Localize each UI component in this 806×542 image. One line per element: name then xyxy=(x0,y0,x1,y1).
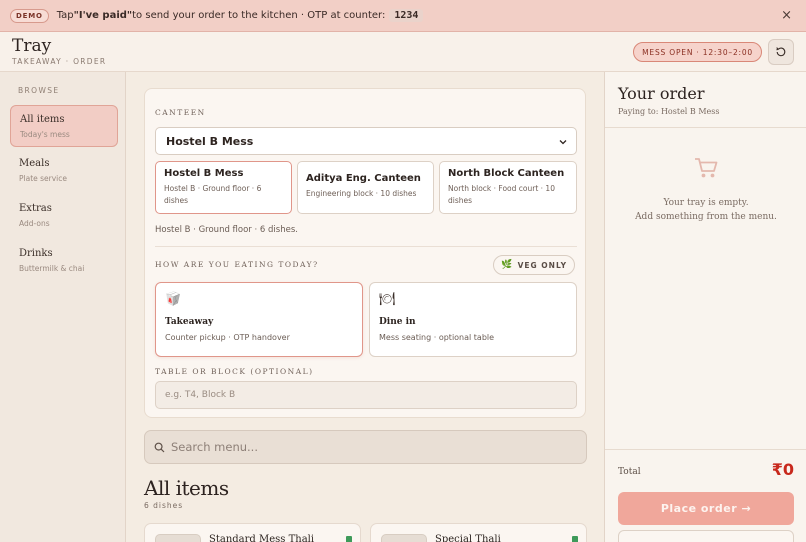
order-title: Your order xyxy=(618,84,705,103)
mode-option-desc: Counter pickup · OTP handover xyxy=(165,333,290,342)
divider xyxy=(605,127,806,128)
demo-badge: DEMO xyxy=(10,8,49,23)
paying-to: Paying to: Hostel B Mess xyxy=(618,107,720,116)
divider xyxy=(155,246,577,247)
sidebar-item-sub: Plate service xyxy=(19,174,68,183)
chevron-down-icon xyxy=(559,140,567,145)
banner-text-pre: Tap xyxy=(56,10,74,21)
order-panel: Your order Paying to: Hostel B Mess Your… xyxy=(604,72,806,542)
mode-option-dine-in[interactable]: 🍽 Dine in Mess seating · optional table xyxy=(369,282,577,357)
total-label: Total xyxy=(618,467,641,477)
dish-name: Special Thali xyxy=(435,534,501,542)
secondary-button[interactable] xyxy=(618,530,794,542)
eating-mode-label: HOW ARE YOU EATING TODAY? xyxy=(155,260,319,269)
sidebar-item-meals[interactable]: Meals Plate service xyxy=(10,150,118,192)
demo-banner: DEMO Tap "I've paid" to send your order … xyxy=(0,0,806,32)
canteen-option-north-block[interactable]: North Block Canteen North block · Food c… xyxy=(439,161,577,214)
empty-line-2: Add something from the menu. xyxy=(635,212,777,222)
veg-only-toggle[interactable]: 🌿 VEG ONLY xyxy=(493,255,575,275)
dine-in-icon: 🍽 xyxy=(379,292,396,307)
dish-thumbnail xyxy=(155,534,201,542)
mode-option-title: Dine in xyxy=(379,317,416,327)
mode-option-desc: Mess seating · optional table xyxy=(379,333,495,342)
sidebar-item-drinks[interactable]: Drinks Buttermilk & chai xyxy=(10,240,118,282)
dish-count: 6 dishes xyxy=(144,501,184,510)
search-icon xyxy=(154,442,165,453)
sidebar-item-label: Meals xyxy=(19,158,50,169)
canteen-option-name: Aditya Eng. Canteen xyxy=(306,173,421,184)
sidebar-item-all-items[interactable]: All items Today's mess xyxy=(10,105,118,147)
app-subtitle: TAKEAWAY · ORDER xyxy=(12,57,107,66)
place-order-button[interactable]: Place order → xyxy=(618,492,794,525)
search-input[interactable] xyxy=(171,431,571,463)
canteen-option-name: North Block Canteen xyxy=(448,168,565,179)
leaf-icon: 🌿 xyxy=(501,260,514,270)
canteen-option-desc: Hostel B · Ground floor · 6 dishes xyxy=(164,184,262,205)
veg-indicator-icon xyxy=(572,536,578,542)
search-bar[interactable] xyxy=(144,430,587,464)
divider xyxy=(605,449,806,450)
sidebar-item-sub: Today's mess xyxy=(20,130,70,139)
canteen-option-desc: North block · Food court · 10 dishes xyxy=(448,184,555,205)
total-value: ₹0 xyxy=(771,460,794,479)
app-title: Tray xyxy=(12,36,52,56)
sidebar-item-label: Drinks xyxy=(19,248,53,259)
canteen-select[interactable]: Hostel B Mess xyxy=(155,127,577,155)
refresh-button[interactable] xyxy=(768,39,794,65)
main-content: CANTEEN Hostel B Mess Hostel B Mess Host… xyxy=(126,72,604,542)
sidebar-heading: BROWSE xyxy=(18,86,60,95)
refresh-icon xyxy=(776,47,786,57)
sidebar-item-sub: Buttermilk & chai xyxy=(19,264,85,273)
table-input[interactable] xyxy=(155,381,577,409)
status-badge: MESS OPEN · 12:30–2:00 xyxy=(633,42,762,62)
canteen-label: CANTEEN xyxy=(155,108,206,117)
dish-card[interactable]: Special Thali xyxy=(370,523,587,542)
dish-name: Standard Mess Thali xyxy=(209,534,315,542)
order-setup-card: CANTEEN Hostel B Mess Hostel B Mess Host… xyxy=(144,88,586,418)
app-header: Tray TAKEAWAY · ORDER MESS OPEN · 12:30–… xyxy=(0,32,806,72)
veg-only-label: VEG ONLY xyxy=(517,260,567,270)
sidebar-item-extras[interactable]: Extras Add-ons xyxy=(10,195,118,237)
takeaway-bag-icon: 🥡 xyxy=(165,292,182,307)
empty-tray-message: Your tray is empty. Add something from t… xyxy=(605,196,806,224)
mode-option-title: Takeaway xyxy=(165,317,214,327)
section-title: All items xyxy=(144,476,229,500)
canteen-option-aditya[interactable]: Aditya Eng. Canteen Engineering block · … xyxy=(297,161,434,214)
otp-code: 1234 xyxy=(389,9,424,22)
canteen-option-hostel-b[interactable]: Hostel B Mess Hostel B · Ground floor · … xyxy=(155,161,292,214)
canteen-option-desc: Engineering block · 10 dishes xyxy=(306,189,417,198)
canteen-select-value: Hostel B Mess xyxy=(166,134,254,148)
veg-indicator-icon xyxy=(346,536,352,542)
sidebar: BROWSE All items Today's mess Meals Plat… xyxy=(0,72,126,542)
close-icon[interactable]: × xyxy=(781,8,792,23)
canteen-option-name: Hostel B Mess xyxy=(164,168,244,179)
dish-thumbnail xyxy=(381,534,427,542)
sidebar-item-label: All items xyxy=(20,114,65,125)
sidebar-item-label: Extras xyxy=(19,203,52,214)
mode-option-takeaway[interactable]: 🥡 Takeaway Counter pickup · OTP handover xyxy=(155,282,363,357)
banner-text-post: to send your order to the kitchen · OTP … xyxy=(132,10,386,21)
sidebar-item-sub: Add-ons xyxy=(19,219,50,228)
table-label: TABLE OR BLOCK (OPTIONAL) xyxy=(155,367,314,376)
dish-card[interactable]: Standard Mess Thali xyxy=(144,523,361,542)
banner-text-bold: "I've paid" xyxy=(73,10,133,21)
empty-line-1: Your tray is empty. xyxy=(663,198,749,208)
canteen-info: Hostel B · Ground floor · 6 dishes. xyxy=(155,225,298,235)
cart-icon xyxy=(695,158,718,178)
